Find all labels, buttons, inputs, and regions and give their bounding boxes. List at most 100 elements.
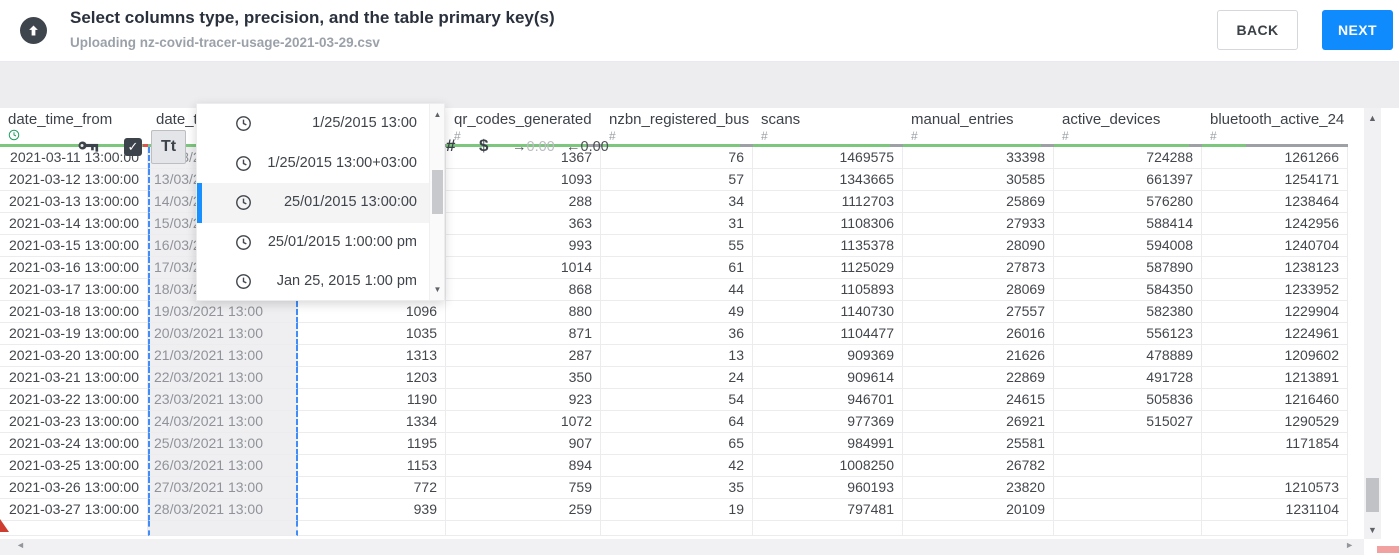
table-cell[interactable]: 1125029 xyxy=(753,257,903,279)
table-cell[interactable]: 2021-03-13 13:00:00 xyxy=(0,191,148,213)
table-cell[interactable]: 19/03/2021 13:00 xyxy=(148,301,298,323)
table-cell[interactable]: 1229904 xyxy=(1202,301,1348,323)
scroll-left-icon[interactable]: ◄ xyxy=(16,540,25,550)
column-header-nzbn_registered_busine[interactable]: nzbn_registered_busine# xyxy=(601,108,753,147)
table-cell[interactable]: 28069 xyxy=(903,279,1054,301)
table-cell[interactable]: 946701 xyxy=(753,389,903,411)
table-cell[interactable]: 2021-03-20 13:00:00 xyxy=(0,345,148,367)
table-cell[interactable] xyxy=(601,521,753,536)
table-cell[interactable]: 65 xyxy=(601,433,753,455)
table-cell[interactable]: 57 xyxy=(601,169,753,191)
table-cell[interactable]: 1240704 xyxy=(1202,235,1348,257)
table-cell[interactable]: 27933 xyxy=(903,213,1054,235)
table-cell[interactable] xyxy=(753,521,903,536)
table-cell[interactable]: 20/03/2021 13:00 xyxy=(148,323,298,345)
table-cell[interactable]: 1209602 xyxy=(1202,345,1348,367)
table-cell[interactable]: 2021-03-22 13:00:00 xyxy=(0,389,148,411)
table-cell[interactable]: 24 xyxy=(601,367,753,389)
table-cell[interactable]: 1216460 xyxy=(1202,389,1348,411)
table-cell[interactable]: 26016 xyxy=(903,323,1054,345)
scroll-right-icon[interactable]: ► xyxy=(1345,540,1354,550)
back-button[interactable]: BACK xyxy=(1217,10,1298,50)
table-cell[interactable]: 34 xyxy=(601,191,753,213)
table-cell[interactable]: 1261266 xyxy=(1202,147,1348,169)
table-cell[interactable]: 1140730 xyxy=(753,301,903,323)
table-cell[interactable]: 350 xyxy=(446,367,601,389)
table-cell[interactable]: 22/03/2021 13:00 xyxy=(148,367,298,389)
currency-type-button[interactable]: $ xyxy=(479,136,488,156)
table-cell[interactable]: 1343665 xyxy=(753,169,903,191)
table-cell[interactable]: 491728 xyxy=(1054,367,1202,389)
column-header-bluetooth_active_24_hr_[interactable]: bluetooth_active_24_hr_# xyxy=(1202,108,1348,147)
table-cell[interactable]: 27557 xyxy=(903,301,1054,323)
column-header-scans[interactable]: scans # xyxy=(753,108,903,147)
menu-scrollbar[interactable]: ▲ ▼ xyxy=(429,104,444,300)
table-cell[interactable]: 2021-03-17 13:00:00 xyxy=(0,279,148,301)
table-cell[interactable]: 2021-03-24 13:00:00 xyxy=(0,433,148,455)
table-cell[interactable]: 1242956 xyxy=(1202,213,1348,235)
table-cell[interactable]: 27/03/2021 13:00 xyxy=(148,477,298,499)
table-cell[interactable]: 1313 xyxy=(298,345,446,367)
table-cell[interactable]: 594008 xyxy=(1054,235,1202,257)
table-cell[interactable]: 576280 xyxy=(1054,191,1202,213)
table-cell[interactable]: 797481 xyxy=(753,499,903,521)
table-cell[interactable]: 939 xyxy=(298,499,446,521)
table-cell[interactable]: 31 xyxy=(601,213,753,235)
table-cell[interactable]: 26/03/2021 13:00 xyxy=(148,455,298,477)
table-cell[interactable]: 1203 xyxy=(298,367,446,389)
date-format-option[interactable]: Jan 25, 2015 1:00 pm xyxy=(197,262,429,302)
table-cell[interactable]: 288 xyxy=(446,191,601,213)
table-cell[interactable]: 28090 xyxy=(903,235,1054,257)
scroll-up-icon[interactable]: ▲ xyxy=(430,110,445,119)
primary-key-icon[interactable] xyxy=(78,138,99,158)
table-cell[interactable]: 909614 xyxy=(753,367,903,389)
table-cell[interactable]: 1190 xyxy=(298,389,446,411)
table-cell[interactable]: 23820 xyxy=(903,477,1054,499)
table-cell[interactable]: 1195 xyxy=(298,433,446,455)
date-format-option[interactable]: 25/01/2015 1:00:00 pm xyxy=(197,223,429,263)
table-cell[interactable]: 1105893 xyxy=(753,279,903,301)
table-cell[interactable]: 505836 xyxy=(1054,389,1202,411)
table-cell[interactable]: 1254171 xyxy=(1202,169,1348,191)
table-cell[interactable]: 2021-03-25 13:00:00 xyxy=(0,455,148,477)
table-cell[interactable]: 23/03/2021 13:00 xyxy=(148,389,298,411)
vertical-scrollbar[interactable]: ▲ ▼ xyxy=(1364,108,1381,539)
table-cell[interactable]: 287 xyxy=(446,345,601,367)
table-cell[interactable]: 907 xyxy=(446,433,601,455)
table-cell[interactable]: 20109 xyxy=(903,499,1054,521)
table-cell[interactable] xyxy=(1054,455,1202,477)
table-cell[interactable]: 30585 xyxy=(903,169,1054,191)
scroll-up-icon[interactable]: ▲ xyxy=(1364,113,1381,123)
menu-scrollbar-thumb[interactable] xyxy=(432,170,443,214)
table-cell[interactable]: 25869 xyxy=(903,191,1054,213)
table-cell[interactable]: 24/03/2021 13:00 xyxy=(148,411,298,433)
table-cell[interactable]: 1290529 xyxy=(1202,411,1348,433)
table-cell[interactable]: 2021-03-16 13:00:00 xyxy=(0,257,148,279)
table-cell[interactable]: 556123 xyxy=(1054,323,1202,345)
table-cell[interactable]: 2021-03-26 13:00:00 xyxy=(0,477,148,499)
table-cell[interactable]: 984991 xyxy=(753,433,903,455)
table-cell[interactable]: 993 xyxy=(446,235,601,257)
table-cell[interactable] xyxy=(298,521,446,536)
table-cell[interactable]: 1210573 xyxy=(1202,477,1348,499)
scroll-down-icon[interactable]: ▼ xyxy=(1364,525,1381,535)
table-cell[interactable] xyxy=(1202,521,1348,536)
table-cell[interactable]: 35 xyxy=(601,477,753,499)
table-cell[interactable]: 25581 xyxy=(903,433,1054,455)
table-cell[interactable]: 923 xyxy=(446,389,601,411)
table-cell[interactable]: 1072 xyxy=(446,411,601,433)
table-cell[interactable]: 977369 xyxy=(753,411,903,433)
table-cell[interactable] xyxy=(148,521,298,536)
table-cell[interactable]: 1233952 xyxy=(1202,279,1348,301)
table-cell[interactable]: 1171854 xyxy=(1202,433,1348,455)
table-cell[interactable]: 1008250 xyxy=(753,455,903,477)
decrease-decimal-button[interactable]: ←0.00 xyxy=(566,139,609,155)
table-cell[interactable]: 1213891 xyxy=(1202,367,1348,389)
table-cell[interactable]: 1014 xyxy=(446,257,601,279)
date-format-option[interactable]: 1/25/2015 13:00+03:00 xyxy=(197,144,429,184)
table-cell[interactable] xyxy=(1054,433,1202,455)
table-cell[interactable]: 584350 xyxy=(1054,279,1202,301)
table-cell[interactable]: 1334 xyxy=(298,411,446,433)
scroll-down-icon[interactable]: ▼ xyxy=(430,285,445,294)
table-cell[interactable]: 22869 xyxy=(903,367,1054,389)
